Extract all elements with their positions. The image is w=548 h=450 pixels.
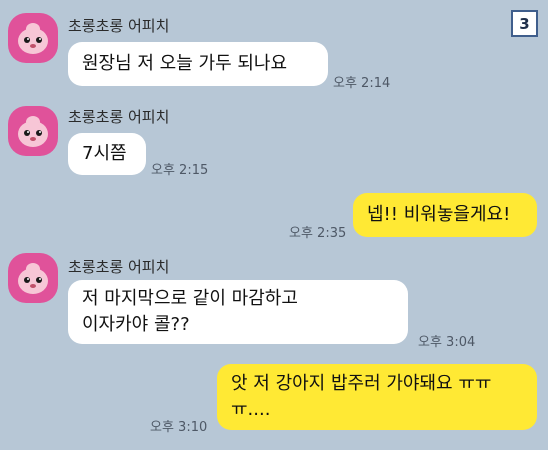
message-time: 오후 2:35: [289, 226, 347, 241]
message-text: 앗 저 강아지 밥주러 가야돼요 ㅠㅠ ㅠ....: [231, 373, 492, 420]
message-bubble-outgoing[interactable]: 앗 저 강아지 밥주러 가야돼요 ㅠㅠ ㅠ....: [217, 364, 537, 430]
message-time: 오후 2:14: [333, 76, 391, 91]
apeach-icon: [18, 23, 48, 54]
message-bubble-outgoing[interactable]: 넵!! 비워놓을게요!: [353, 193, 537, 237]
message-text: 7시쯤: [82, 143, 127, 164]
message-time: 오후 2:15: [151, 163, 209, 178]
message-bubble-incoming[interactable]: 원장님 저 오늘 가두 되나요: [68, 42, 328, 86]
message-time: 오후 3:10: [150, 420, 208, 435]
message-text: 넵!! 비워놓을게요!: [367, 204, 511, 225]
message-bubble-incoming[interactable]: 저 마지막으로 같이 마감하고 이자카야 콜??: [68, 280, 408, 344]
page-number-badge: 3: [511, 10, 538, 37]
message-bubble-incoming[interactable]: 7시쯤: [68, 133, 146, 175]
message-text: 저 마지막으로 같이 마감하고 이자카야 콜??: [82, 288, 298, 335]
apeach-icon: [18, 263, 48, 294]
sender-name: 초롱초롱 어피치: [68, 108, 170, 126]
apeach-icon: [18, 116, 48, 147]
message-text: 원장님 저 오늘 가두 되나요: [82, 53, 288, 74]
sender-name: 초롱초롱 어피치: [68, 17, 170, 35]
message-time: 오후 3:04: [418, 335, 476, 350]
avatar[interactable]: [8, 253, 58, 303]
avatar[interactable]: [8, 106, 58, 156]
avatar[interactable]: [8, 13, 58, 63]
sender-name: 초롱초롱 어피치: [68, 258, 170, 276]
